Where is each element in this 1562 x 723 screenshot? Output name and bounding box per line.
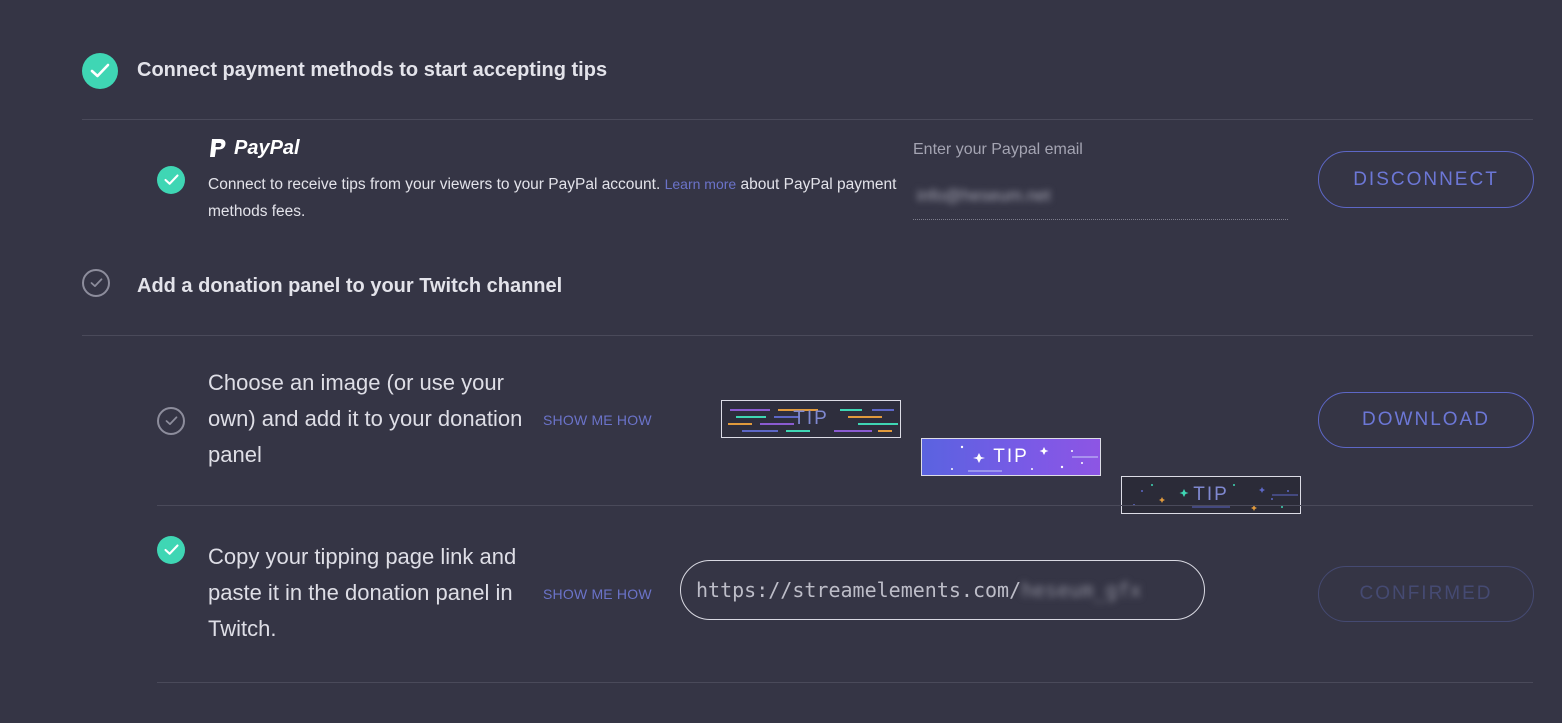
learn-more-link[interactable]: Learn more — [665, 176, 737, 192]
tipping-link-field[interactable]: https://streamelements.com/heseum_gfx — [680, 560, 1205, 620]
paypal-icon — [210, 138, 226, 157]
paypal-logo: PayPal — [208, 137, 300, 160]
step1-title: Connect payment methods to start accepti… — [137, 59, 608, 81]
tipping-link-prefix: https://streamelements.com/ — [696, 578, 1022, 602]
disconnect-button[interactable]: DISCONNECT — [1318, 151, 1534, 208]
divider — [82, 119, 1533, 120]
divider — [157, 505, 1533, 506]
divider — [82, 335, 1533, 336]
step2-title: Add a donation panel to your Twitch chan… — [137, 275, 563, 297]
tip-image-dark-lines[interactable]: TIP — [721, 400, 901, 438]
step1-check-icon — [82, 53, 118, 89]
paypal-email-field[interactable]: info@heseum.net — [913, 174, 1288, 220]
choose-image-text: Choose an image (or use your own) and ad… — [208, 370, 523, 467]
show-me-how-link[interactable]: SHOW ME HOW — [543, 412, 652, 428]
tip-image-label: TIP — [993, 446, 1029, 467]
confirmed-button: CONFIRMED — [1318, 566, 1534, 622]
tip-image-label: TIP — [1193, 484, 1229, 505]
divider — [157, 682, 1533, 683]
copy-link-check-icon — [157, 536, 185, 564]
paypal-email-value: info@heseum.net — [917, 186, 1051, 205]
tip-image-label: TIP — [793, 408, 829, 429]
choose-image-check-icon — [157, 407, 185, 435]
download-button[interactable]: DOWNLOAD — [1318, 392, 1534, 448]
copy-link-text: Copy your tipping page link and paste it… — [208, 544, 517, 641]
show-me-how-link[interactable]: SHOW ME HOW — [543, 586, 652, 602]
tip-image-purple-gradient[interactable]: TIP — [921, 438, 1101, 476]
tip-image-dark-stars[interactable]: TIP — [1121, 476, 1301, 514]
paypal-email-label: Enter your Paypal email — [913, 141, 1083, 158]
step2-check-icon — [82, 269, 110, 297]
paypal-description: Connect to receive tips from your viewer… — [208, 171, 918, 225]
paypal-description-text: Connect to receive tips from your viewer… — [208, 176, 661, 193]
paypal-check-icon — [157, 166, 185, 194]
paypal-brand: PayPal — [234, 137, 300, 159]
tipping-link-username: heseum_gfx — [1021, 578, 1142, 602]
